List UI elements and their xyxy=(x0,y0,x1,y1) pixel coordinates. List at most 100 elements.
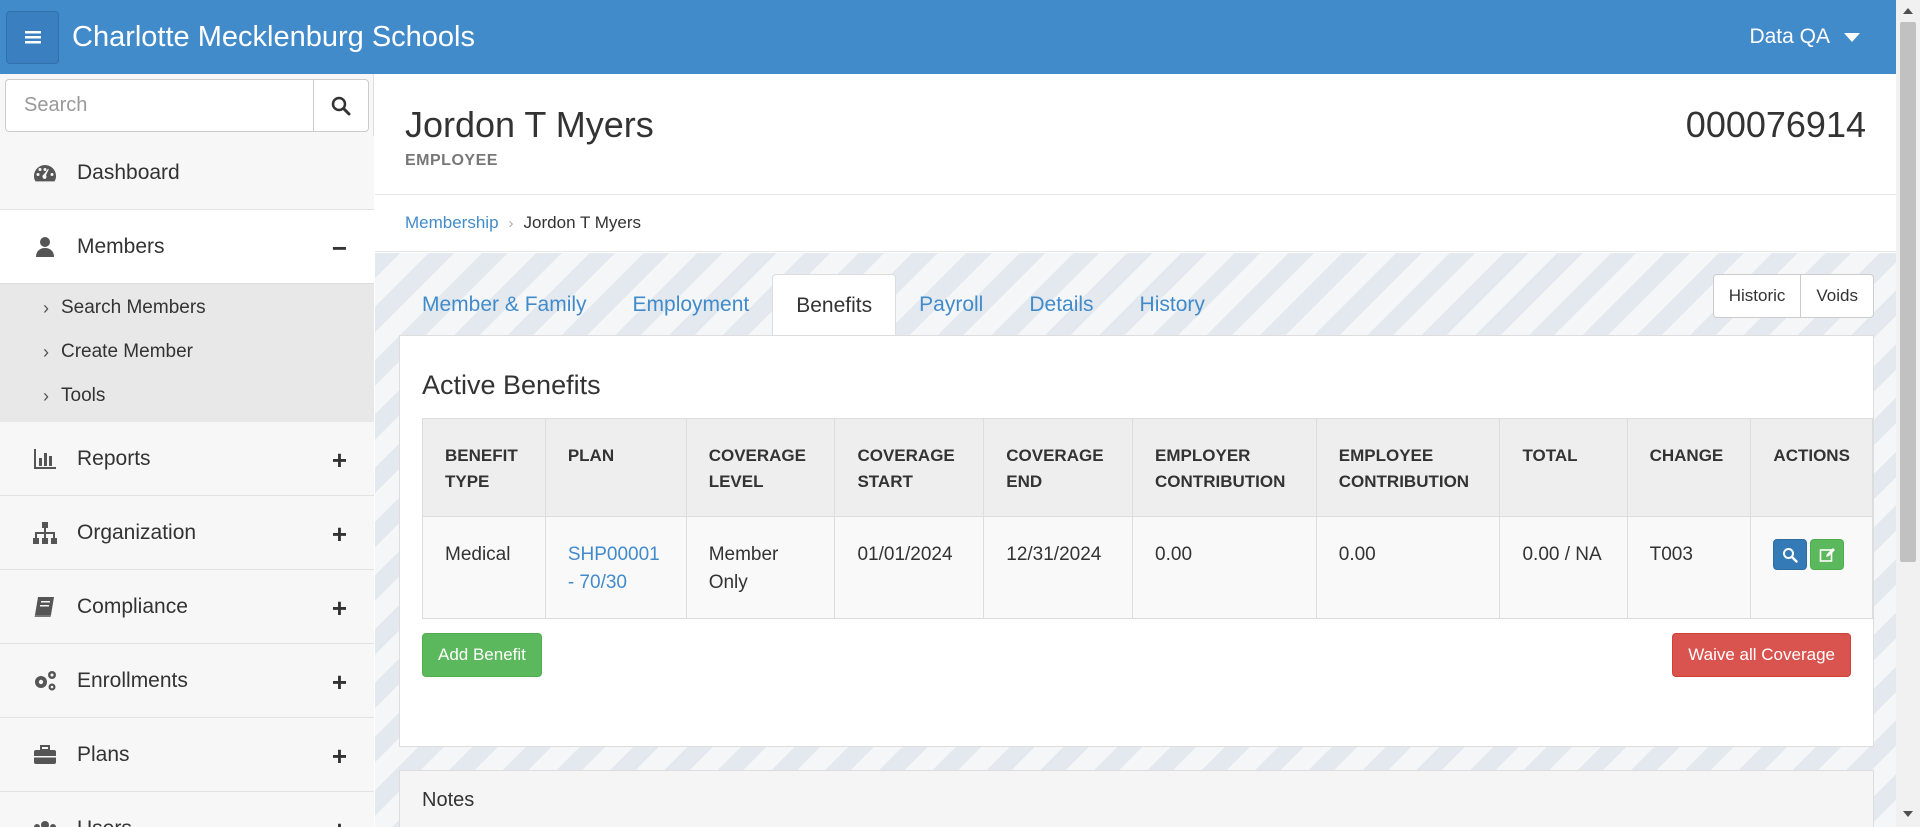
voids-button[interactable]: Voids xyxy=(1801,274,1874,318)
member-id: 000076914 xyxy=(1685,104,1866,145)
main-content: Jordon T Myers EMPLOYEE 000076914 Member… xyxy=(375,74,1896,827)
sidebar-item-members[interactable]: Members − xyxy=(0,210,374,284)
briefcase-icon xyxy=(31,743,59,767)
sidebar-search xyxy=(5,79,369,132)
employee-contribution-cell: 0.00 xyxy=(1315,516,1501,619)
sidebar: Dashboard Members − › Search Members › C… xyxy=(0,74,374,827)
chevron-right-icon: › xyxy=(43,297,49,318)
sidebar-item-dashboard[interactable]: Dashboard xyxy=(0,136,374,210)
chevron-right-icon: › xyxy=(43,341,49,362)
column-header: COVERAGE LEVEL xyxy=(685,418,836,517)
menu-toggle-button[interactable] xyxy=(6,10,59,64)
scroll-down-arrow-icon[interactable] xyxy=(1903,811,1913,817)
breadcrumb-current: Jordon T Myers xyxy=(523,213,642,232)
column-header: EMPLOYEE CONTRIBUTION xyxy=(1315,418,1501,517)
tab-payroll[interactable]: Payroll xyxy=(896,274,1006,336)
search-button[interactable] xyxy=(313,79,369,132)
expand-icon[interactable]: + xyxy=(332,743,347,769)
page-scrollbar[interactable] xyxy=(1896,0,1920,827)
page-header: Jordon T Myers EMPLOYEE 000076914 xyxy=(375,74,1896,195)
plan-cell: SHP00001- 70/30 xyxy=(544,516,687,619)
users-icon xyxy=(31,817,59,827)
expand-icon[interactable]: + xyxy=(332,447,347,473)
plan-link[interactable]: SHP00001- 70/30 xyxy=(568,544,660,593)
chevron-right-icon: › xyxy=(43,385,49,406)
column-header: ACTIONS xyxy=(1750,418,1873,517)
sidebar-item-label: Reports xyxy=(77,446,151,470)
collapse-icon[interactable]: − xyxy=(332,235,347,261)
subnav-item-tools[interactable]: › Tools xyxy=(0,374,374,418)
column-header: PLAN xyxy=(544,418,687,517)
sidebar-item-organization[interactable]: Organization + xyxy=(0,496,374,570)
sidebar-item-label: Plans xyxy=(77,742,130,766)
top-navbar: Charlotte Mecklenburg Schools Data QA xyxy=(0,0,1896,74)
view-button-group: Historic Voids xyxy=(1712,274,1874,318)
column-header: EMPLOYER CONTRIBUTION xyxy=(1132,418,1317,517)
breadcrumb-membership-link[interactable]: Membership xyxy=(405,213,499,233)
notes-title: Notes xyxy=(422,789,475,811)
column-header: COVERAGE END xyxy=(983,418,1134,517)
edit-benefit-button[interactable] xyxy=(1810,539,1845,570)
benefits-table: BENEFIT TYPE PLAN COVERAGE LEVEL COVERAGE S… xyxy=(422,418,1873,619)
sidebar-nav: Dashboard Members − › Search Members › C… xyxy=(0,136,374,827)
app-title[interactable]: Charlotte Mecklenburg Schools xyxy=(72,21,475,54)
expand-icon[interactable]: + xyxy=(332,817,347,827)
tab-history[interactable]: History xyxy=(1117,274,1228,336)
cogs-icon xyxy=(31,669,59,693)
search-icon xyxy=(1783,547,1799,563)
tab-benefits[interactable]: Benefits xyxy=(772,274,897,336)
change-cell: T003 xyxy=(1626,516,1752,619)
search-icon xyxy=(331,96,351,115)
sidebar-item-compliance[interactable]: Compliance + xyxy=(0,570,374,644)
expand-icon[interactable]: + xyxy=(332,521,347,547)
sidebar-item-users[interactable]: Users + xyxy=(0,792,374,827)
subnav-item-search-members[interactable]: › Search Members xyxy=(0,286,374,330)
expand-icon[interactable]: + xyxy=(332,669,347,695)
sidebar-item-label: Members xyxy=(77,234,165,258)
bar-chart-icon xyxy=(31,447,59,471)
column-header: COVERAGE START xyxy=(834,418,985,517)
scroll-up-arrow-icon[interactable] xyxy=(1903,8,1913,14)
column-header: CHANGE xyxy=(1626,418,1752,517)
sidebar-item-label: Compliance xyxy=(77,594,188,618)
subnav-item-label: Create Member xyxy=(61,341,193,362)
column-header: BENEFIT TYPE xyxy=(422,418,546,517)
active-benefits-panel: Active Benefits BENEFIT TYPE PLAN COVERAG… xyxy=(399,335,1874,747)
content-area: Member & Family Employment Benefits Payr… xyxy=(375,253,1896,827)
subnav-item-create-member[interactable]: › Create Member xyxy=(0,330,374,374)
historic-button[interactable]: Historic xyxy=(1712,274,1802,318)
column-header: TOTAL xyxy=(1499,418,1628,517)
coverage-start-cell: 01/01/2024 xyxy=(834,516,985,619)
user-icon xyxy=(31,235,59,259)
tab-details[interactable]: Details xyxy=(1006,274,1116,336)
waive-all-coverage-button[interactable]: Waive all Coverage xyxy=(1672,633,1851,677)
sidebar-item-label: Users xyxy=(77,817,132,827)
sidebar-item-plans[interactable]: Plans + xyxy=(0,718,374,792)
dashboard-icon xyxy=(31,161,59,185)
member-name: Jordon T Myers xyxy=(405,104,654,145)
member-role: EMPLOYEE xyxy=(405,152,498,169)
hamburger-icon xyxy=(24,31,41,44)
sidebar-item-reports[interactable]: Reports + xyxy=(0,422,374,496)
edit-icon xyxy=(1820,547,1836,562)
expand-icon[interactable]: + xyxy=(332,595,347,621)
member-tabs: Member & Family Employment Benefits Payr… xyxy=(399,274,1228,336)
tab-employment[interactable]: Employment xyxy=(610,274,773,336)
scrollbar-thumb[interactable] xyxy=(1900,22,1916,562)
user-menu[interactable]: Data QA xyxy=(1749,0,1860,74)
sidebar-item-label: Dashboard xyxy=(77,160,180,184)
employer-contribution-cell: 0.00 xyxy=(1132,516,1317,619)
members-subnav: › Search Members › Create Member › Tools xyxy=(0,284,374,422)
benefit-type-cell: Medical xyxy=(422,516,546,619)
sidebar-item-label: Enrollments xyxy=(77,668,188,692)
caret-down-icon xyxy=(1844,32,1860,42)
add-benefit-button[interactable]: Add Benefit xyxy=(422,633,542,677)
tab-member-family[interactable]: Member & Family xyxy=(399,274,610,336)
subnav-item-label: Search Members xyxy=(61,297,206,318)
actions-cell xyxy=(1750,516,1873,619)
view-benefit-button[interactable] xyxy=(1773,539,1808,570)
search-input[interactable] xyxy=(5,79,313,132)
user-name: Data QA xyxy=(1749,25,1830,48)
sidebar-item-enrollments[interactable]: Enrollments + xyxy=(0,644,374,718)
coverage-end-cell: 12/31/2024 xyxy=(983,516,1134,619)
